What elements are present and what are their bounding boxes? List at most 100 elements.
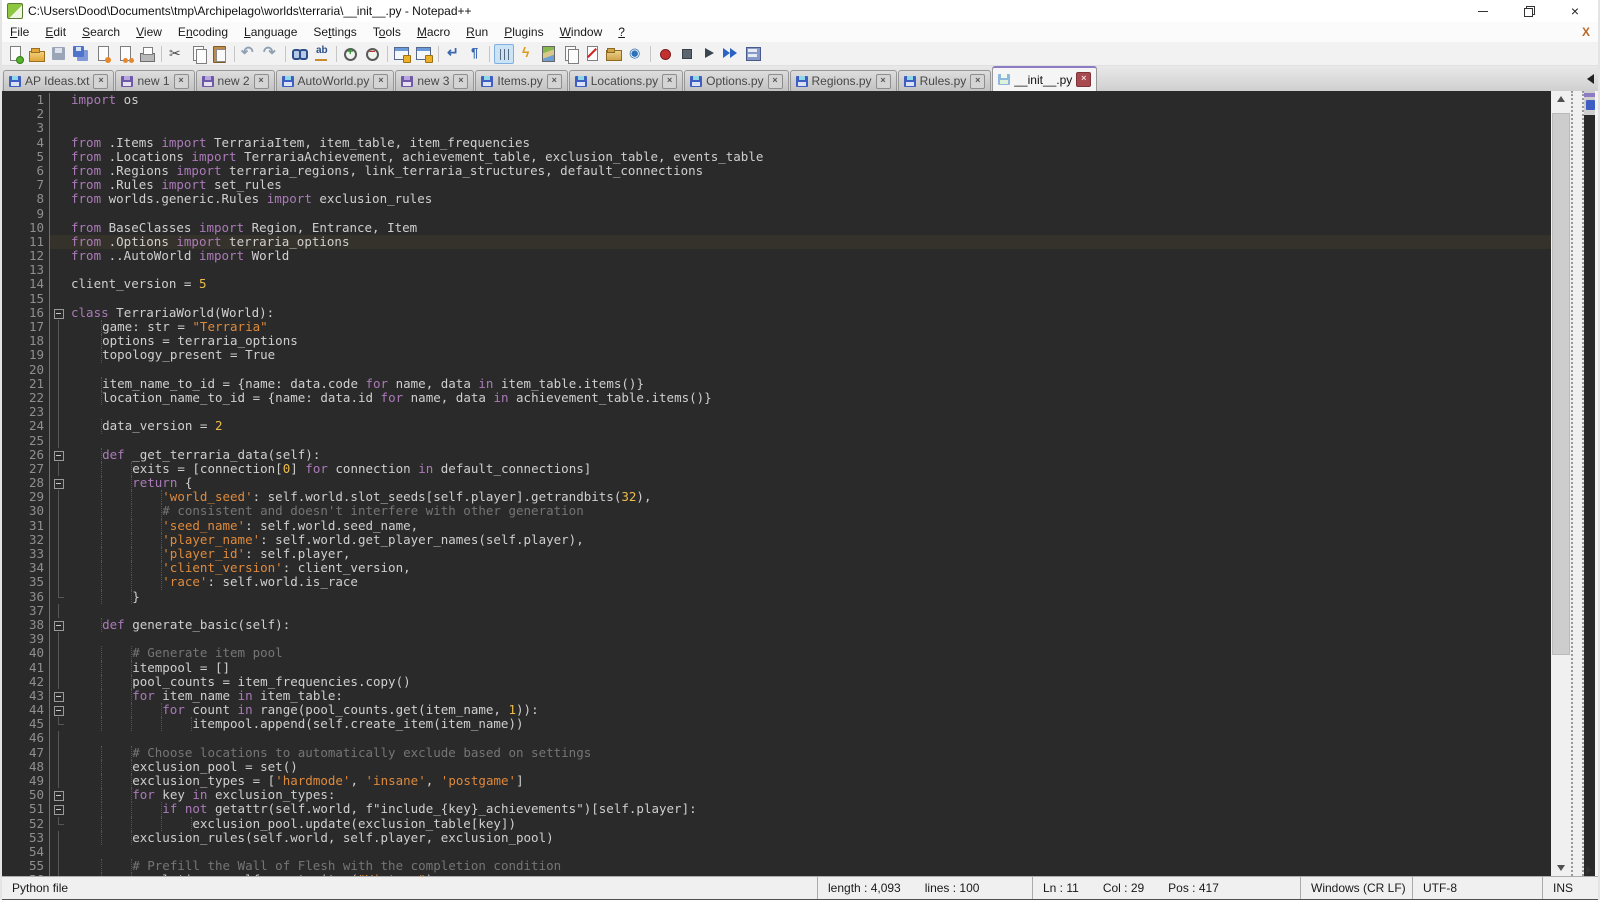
- code-line[interactable]: 49exclusion_types = ['hardmode', 'insane…: [2, 774, 1551, 788]
- fold-toggle-icon[interactable]: [49, 476, 66, 490]
- code-line[interactable]: 8from worlds.generic.Rules import exclus…: [2, 192, 1551, 206]
- record-macro-icon[interactable]: [655, 44, 675, 64]
- code-line[interactable]: 45itempool.append(self.create_item(item_…: [2, 717, 1551, 731]
- code-line[interactable]: 47# Choose locations to automatically ex…: [2, 746, 1551, 760]
- code-line[interactable]: 46: [2, 731, 1551, 745]
- scrollbar-thumb[interactable]: [1552, 113, 1570, 655]
- sync-vertical-icon[interactable]: [392, 44, 412, 64]
- vertical-scrollbar[interactable]: [1551, 91, 1571, 876]
- code-line[interactable]: 53exclusion_rules(self.world, self.playe…: [2, 831, 1551, 845]
- code-line[interactable]: 27exits = [connection[0] for connection …: [2, 462, 1551, 476]
- tab-regions-py[interactable]: Regions.py×: [790, 70, 897, 91]
- code-line[interactable]: 22location_name_to_id = {name: data.id f…: [2, 391, 1551, 405]
- code-line[interactable]: 35'race': self.world.is_race: [2, 575, 1551, 589]
- find-icon[interactable]: [290, 44, 310, 64]
- menu-encoding[interactable]: Encoding: [170, 23, 236, 41]
- code-line[interactable]: 28return {: [2, 476, 1551, 490]
- code-line[interactable]: 1import os: [2, 93, 1551, 107]
- code-line[interactable]: 51if not getattr(self.world, f"include_{…: [2, 802, 1551, 816]
- code-line[interactable]: 56completion = self.create_item("Victory…: [2, 873, 1551, 876]
- code-line[interactable]: 55# Prefill the Wall of Flesh with the c…: [2, 859, 1551, 873]
- menu-edit[interactable]: Edit: [37, 23, 74, 41]
- document-switcher-icon[interactable]: [560, 44, 580, 64]
- tab-options-py[interactable]: Options.py×: [684, 70, 788, 91]
- code-line[interactable]: 34'client_version': client_version,: [2, 561, 1551, 575]
- save-all-icon[interactable]: [71, 44, 91, 64]
- code-line[interactable]: 16class TerrariaWorld(World):: [2, 306, 1551, 320]
- tab-close-icon[interactable]: ×: [547, 74, 562, 89]
- status-encoding[interactable]: UTF-8: [1412, 877, 1542, 899]
- code-line[interactable]: 9: [2, 207, 1551, 221]
- save-macro-icon[interactable]: [743, 44, 763, 64]
- code-line[interactable]: 12from ..AutoWorld import World: [2, 249, 1551, 263]
- code-line[interactable]: 29'world_seed': self.world.slot_seeds[se…: [2, 490, 1551, 504]
- code-line[interactable]: 23: [2, 405, 1551, 419]
- open-icon[interactable]: [27, 44, 47, 64]
- tab-close-icon[interactable]: ×: [93, 74, 108, 89]
- fold-toggle-icon[interactable]: [49, 448, 66, 462]
- fold-toggle-icon[interactable]: [49, 618, 66, 632]
- code-line[interactable]: 33'player_id': self.player,: [2, 547, 1551, 561]
- code-line[interactable]: 30# consistent and doesn't interfere wit…: [2, 504, 1551, 518]
- menu-view[interactable]: View: [128, 23, 170, 41]
- tab-ap-ideas-txt[interactable]: AP Ideas.txt×: [3, 70, 114, 91]
- menu-help[interactable]: ?: [610, 23, 633, 41]
- code-line[interactable]: 32'player_name': self.world.get_player_n…: [2, 533, 1551, 547]
- code-line[interactable]: 18options = terraria_options: [2, 334, 1551, 348]
- folder-as-workspace-icon[interactable]: [604, 44, 624, 64]
- code-line[interactable]: 31'seed_name': self.world.seed_name,: [2, 519, 1551, 533]
- code-line[interactable]: 2: [2, 107, 1551, 121]
- close-icon[interactable]: [93, 44, 113, 64]
- code-line[interactable]: 40# Generate item pool: [2, 646, 1551, 660]
- code-line[interactable]: 3: [2, 121, 1551, 135]
- fold-toggle-icon[interactable]: [49, 802, 66, 816]
- pane-splitter[interactable]: [1571, 91, 1584, 876]
- code-line[interactable]: 6from .Regions import terraria_regions, …: [2, 164, 1551, 178]
- code-line[interactable]: 13: [2, 263, 1551, 277]
- cut-icon[interactable]: [166, 44, 186, 64]
- code-line[interactable]: 5from .Locations import TerrariaAchievem…: [2, 150, 1551, 164]
- tab-close-icon[interactable]: ×: [254, 74, 269, 89]
- close-all-icon[interactable]: [115, 44, 135, 64]
- print-icon[interactable]: [137, 44, 157, 64]
- stop-recording-icon[interactable]: [677, 44, 697, 64]
- replace-icon[interactable]: [312, 44, 332, 64]
- new-file-icon[interactable]: [5, 44, 25, 64]
- close-button[interactable]: ×: [1552, 0, 1598, 22]
- minimize-button[interactable]: [1460, 0, 1506, 22]
- code-line[interactable]: 10from BaseClasses import Region, Entran…: [2, 221, 1551, 235]
- tab-close-icon[interactable]: ×: [876, 74, 891, 89]
- copy-icon[interactable]: [188, 44, 208, 64]
- status-eol-format[interactable]: Windows (CR LF): [1300, 877, 1412, 899]
- preview-icon[interactable]: [626, 44, 646, 64]
- tab-new-3[interactable]: new 3×: [395, 70, 474, 91]
- tab-items-py[interactable]: Items.py×: [475, 70, 567, 91]
- sync-horizontal-icon[interactable]: [414, 44, 434, 64]
- code-line[interactable]: 37: [2, 604, 1551, 618]
- scroll-down-arrow[interactable]: [1551, 860, 1571, 876]
- status-insert-mode[interactable]: INS: [1542, 877, 1598, 899]
- code-line[interactable]: 17game: str = "Terraria": [2, 320, 1551, 334]
- restore-button[interactable]: [1506, 0, 1552, 22]
- code-line[interactable]: 25: [2, 434, 1551, 448]
- code-line[interactable]: 7from .Rules import set_rules: [2, 178, 1551, 192]
- code-line[interactable]: 52exclusion_pool.update(exclusion_table[…: [2, 817, 1551, 831]
- tab-autoworld-py[interactable]: AutoWorld.py×: [276, 70, 395, 91]
- menu-settings[interactable]: Settings: [305, 23, 364, 41]
- menu-tools[interactable]: Tools: [365, 23, 409, 41]
- tab-close-icon[interactable]: ×: [174, 74, 189, 89]
- tab-scroll-left-icon[interactable]: [1587, 74, 1594, 84]
- code-line[interactable]: 36}: [2, 590, 1551, 604]
- menu-language[interactable]: Language: [236, 23, 305, 41]
- code-line[interactable]: 15: [2, 292, 1551, 306]
- code-line[interactable]: 54: [2, 845, 1551, 859]
- show-indent-guide-icon[interactable]: [494, 44, 514, 64]
- menu-macro[interactable]: Macro: [409, 23, 458, 41]
- save-icon[interactable]: [49, 44, 69, 64]
- zoom-out-icon[interactable]: [363, 44, 383, 64]
- tab-close-icon[interactable]: ×: [662, 74, 677, 89]
- code-line[interactable]: 26def _get_terraria_data(self):: [2, 448, 1551, 462]
- code-line[interactable]: 42pool_counts = item_frequencies.copy(): [2, 675, 1551, 689]
- menu-window[interactable]: Window: [552, 23, 611, 41]
- run-macro-multiple-icon[interactable]: [721, 44, 741, 64]
